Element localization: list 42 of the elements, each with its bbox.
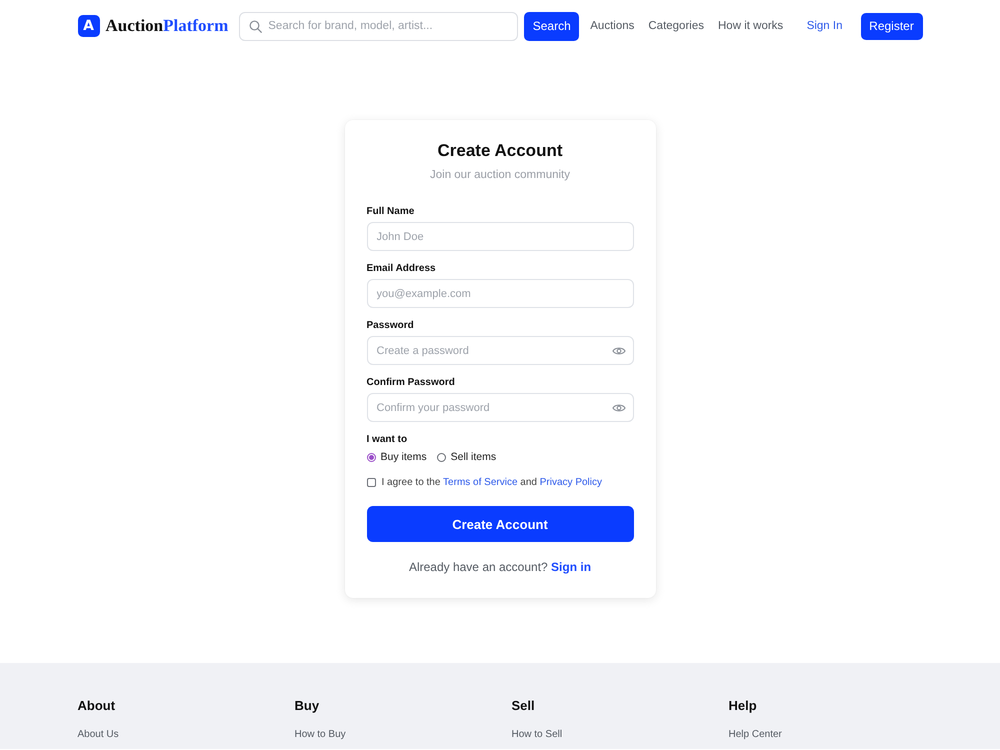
input-field[interactable]: Create a password [366, 336, 634, 365]
footer-heading: Sell [512, 697, 536, 715]
role-option[interactable]: Sell items [436, 451, 496, 463]
policy-link[interactable]: Terms of Service [443, 476, 518, 488]
input-field[interactable]: John Doe [366, 222, 634, 251]
input-field[interactable]: you@example.com [366, 279, 634, 308]
search-button[interactable]: Search [524, 12, 580, 40]
policy-link[interactable]: Privacy Policy [540, 476, 602, 488]
footer-link[interactable]: About Us [78, 728, 272, 742]
nav-link[interactable]: Auctions [590, 20, 634, 32]
eye-icon[interactable] [612, 346, 626, 356]
sign-in-link[interactable]: Sign In [806, 20, 842, 32]
footer-heading: Buy [294, 697, 320, 715]
nav-link[interactable]: Categories [648, 20, 704, 32]
footer-heading: Help [728, 697, 758, 715]
nav-link[interactable]: How it works [718, 20, 784, 32]
terms-agreement-text: I agree to the Terms of Service and Privacy Policy [382, 476, 602, 488]
field-label: Password [366, 319, 415, 333]
sign-in-prompt: Already have an account? Sign in [408, 559, 592, 575]
radio-icon[interactable] [366, 452, 376, 462]
sign-in-link[interactable]: Sign in [551, 560, 592, 574]
footer-link[interactable]: How to Buy [294, 728, 488, 742]
register-button[interactable]: Register [860, 12, 922, 40]
field-label: Email Address [366, 262, 437, 276]
form-subtitle: Join our auction community [429, 168, 571, 183]
role-label: I want to [366, 433, 408, 447]
search-field[interactable]: Search for brand, model, artist... [239, 12, 518, 40]
checkbox[interactable] [366, 478, 376, 486]
footer-heading: About [78, 697, 116, 715]
input-field[interactable]: Confirm your password [366, 393, 634, 422]
form-title: Create Account [436, 140, 564, 162]
search-icon [249, 20, 262, 32]
field-label: Full Name [366, 205, 416, 219]
logo-text[interactable]: AuctionPlatform [106, 16, 228, 36]
footer-link[interactable]: Help Center [728, 728, 922, 742]
eye-icon[interactable] [612, 402, 626, 412]
create-account-button[interactable]: Create Account [366, 506, 634, 542]
field-label: Confirm Password [366, 376, 456, 390]
radio-icon[interactable] [436, 452, 446, 462]
role-option[interactable]: Buy items [366, 451, 427, 463]
logo-badge[interactable]: A [78, 15, 100, 37]
footer-link[interactable]: How to Sell [512, 728, 706, 742]
